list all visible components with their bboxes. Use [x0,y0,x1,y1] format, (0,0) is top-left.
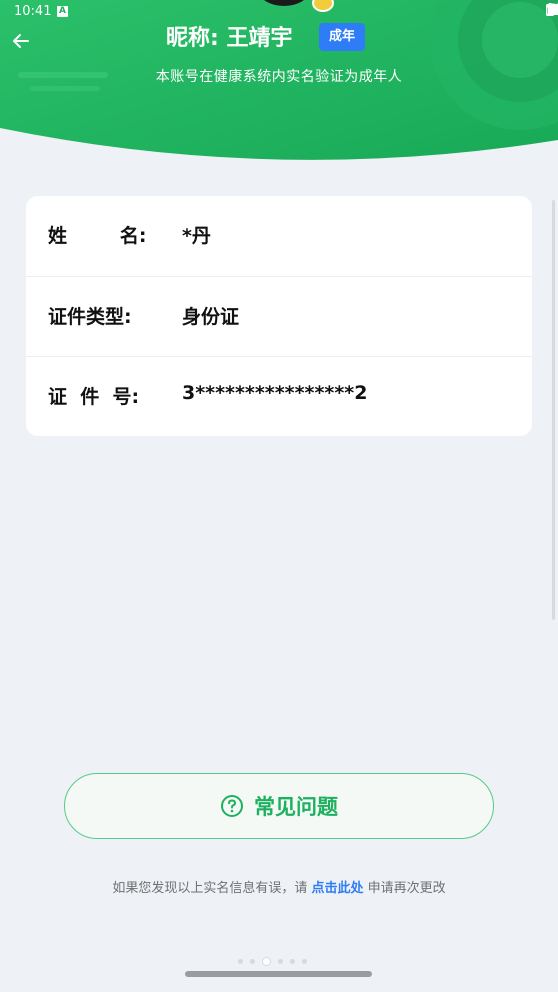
footer-note: 如果您发现以上实名信息有误，请 点击此处 申请再次更改 [0,877,558,896]
question-circle-icon [221,795,243,817]
faq-button-label: 常见问题 [254,795,338,819]
notification-app-icon: A [57,6,68,17]
header-banner: 10:41 A 昵称: 王靖宇 成年 本账号在健康系统内实名验证为成年人 [0,0,558,170]
info-row-value: *丹 [182,225,211,247]
page-dot [278,959,283,964]
battery-icon [546,3,554,16]
scrollbar[interactable] [552,200,555,620]
verification-status-text: 本账号在健康系统内实名验证为成年人 [155,69,403,85]
page-dot [302,959,307,964]
info-row-id-number: 证 件 号: 3****************2 [26,356,532,437]
page-dot-active [262,957,271,966]
page-dot [250,959,255,964]
info-row-value: 3****************2 [182,382,368,404]
status-time: 10:41 [14,4,52,19]
info-row-id-type: 证件类型: 身份证 [26,276,532,357]
footer-text-after: 申请再次更改 [367,881,446,896]
faq-button-content: 常见问题 [65,774,493,838]
info-row-label: 证 件 号: [48,386,140,408]
page-dot [238,959,243,964]
info-row-label: 姓 名: [48,225,147,247]
page-indicator [238,957,307,966]
info-row-name: 姓 名: *丹 [26,196,532,276]
faq-button[interactable]: 常见问题 [64,773,494,839]
nickname: 昵称: 王靖宇 [166,26,293,51]
info-row-label: 证件类型: [48,306,132,328]
footer-click-here-link[interactable]: 点击此处 [311,881,363,896]
adult-badge: 成年 [319,23,365,51]
footer-text-before: 如果您发现以上实名信息有误，请 [112,881,308,896]
nickname-row: 昵称: 王靖宇 成年 [0,18,558,54]
home-indicator[interactable] [185,971,372,977]
identity-info-card: 姓 名: *丹 证件类型: 身份证 证 件 号: 3**************… [26,196,532,436]
info-row-value: 身份证 [182,306,240,328]
page-dot [290,959,295,964]
